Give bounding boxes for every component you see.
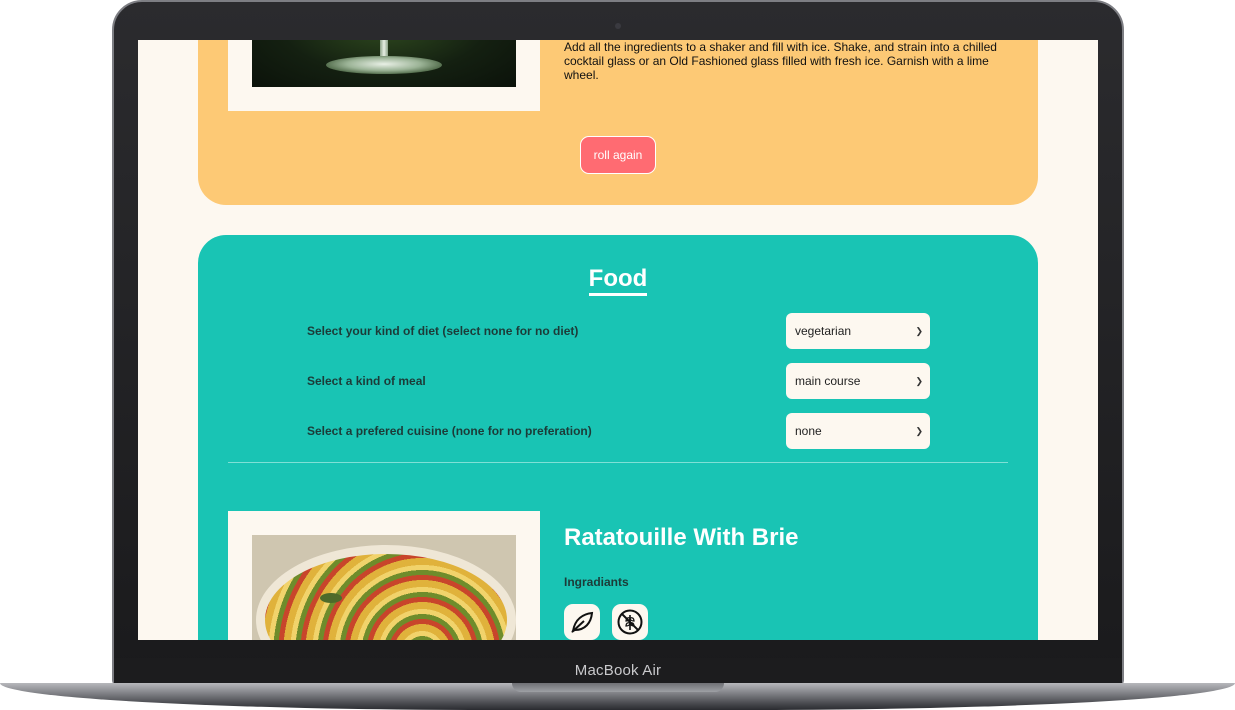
cuisine-select[interactable]: none ❯ — [786, 413, 930, 449]
screen: Add all the ingredients to a shaker and … — [138, 40, 1098, 640]
drink-image-frame — [228, 40, 540, 111]
cuisine-label: Select a prefered cuisine (none for no p… — [307, 424, 592, 438]
macbook-mockup: Add all the ingredients to a shaker and … — [0, 0, 1235, 710]
ingredients-label: Ingradiants — [564, 575, 629, 589]
food-title: Food — [198, 265, 1038, 296]
gluten-free-icon — [612, 604, 648, 640]
leaf-icon — [564, 604, 600, 640]
chevron-down-icon: ❯ — [915, 376, 923, 386]
laptop-notch — [512, 683, 724, 692]
drink-instructions: Add all the ingredients to a shaker and … — [564, 40, 997, 82]
diet-select[interactable]: vegetarian ❯ — [786, 313, 930, 349]
chevron-down-icon: ❯ — [915, 426, 923, 436]
drink-image — [252, 40, 516, 87]
meal-type-select[interactable]: main course ❯ — [786, 363, 930, 399]
device-label: MacBook Air — [114, 658, 1122, 684]
recipe-image — [252, 535, 516, 640]
camera-icon — [615, 23, 621, 29]
diet-label: Select your kind of diet (select none fo… — [307, 324, 579, 338]
food-card: Food Select your kind of diet (select no… — [198, 235, 1038, 640]
recipe-image-frame — [228, 511, 540, 640]
divider — [228, 462, 1008, 463]
drink-card: Add all the ingredients to a shaker and … — [198, 40, 1038, 205]
recipe-title: Ratatouille With Brie — [564, 524, 799, 551]
meal-type-label: Select a kind of meal — [307, 374, 426, 388]
chevron-down-icon: ❯ — [915, 326, 923, 336]
roll-again-button[interactable]: roll again — [580, 136, 656, 174]
